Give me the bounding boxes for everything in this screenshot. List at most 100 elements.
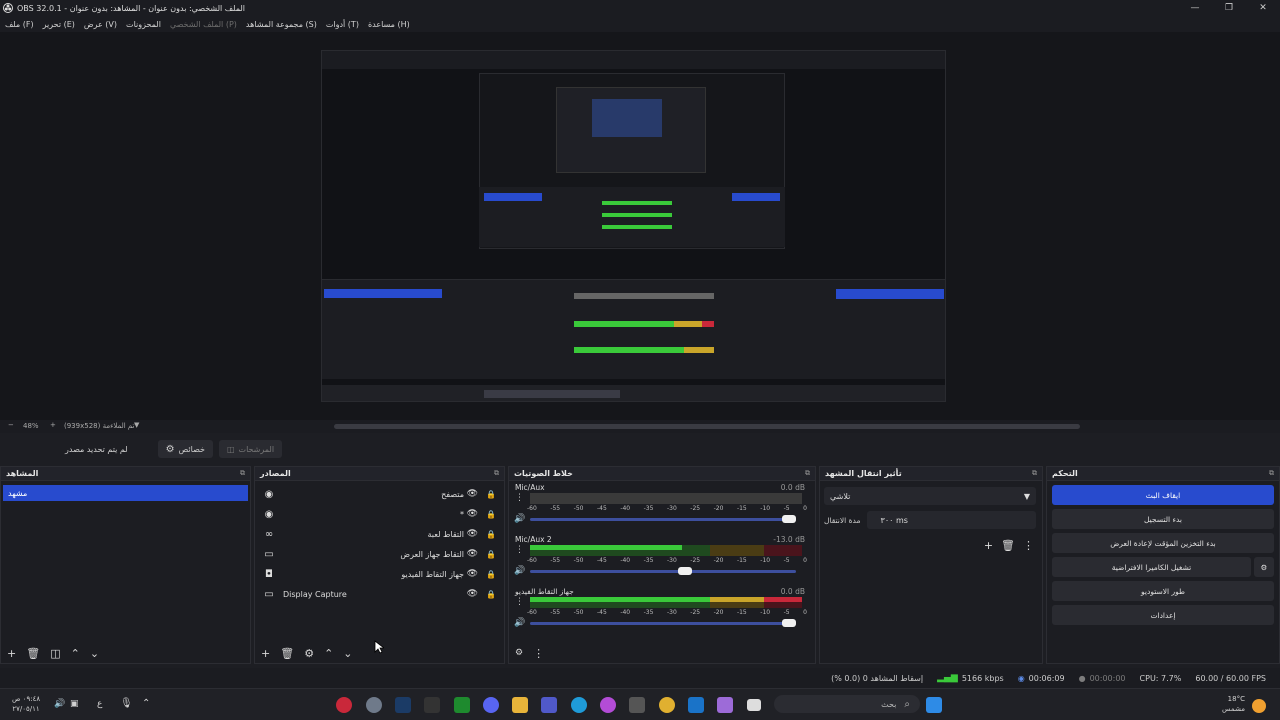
- visibility-icon[interactable]: 👁: [467, 489, 478, 499]
- dock-float-icon[interactable]: ⧉: [805, 469, 810, 478]
- dock-float-icon[interactable]: ⧉: [240, 469, 245, 478]
- xbox-icon[interactable]: [454, 697, 470, 713]
- add-transition-icon[interactable]: +: [984, 539, 993, 552]
- duration-input[interactable]: ٣٠٠ ms: [866, 511, 1036, 529]
- properties-button[interactable]: ⚙ خصائص: [157, 440, 213, 458]
- chrome-icon[interactable]: [659, 697, 675, 713]
- move-up-icon[interactable]: ⌃: [71, 647, 80, 660]
- add-scene-icon[interactable]: +: [7, 647, 16, 660]
- file-explorer-icon[interactable]: [512, 697, 528, 713]
- mixer-menu-icon[interactable]: ⋮: [533, 647, 544, 660]
- visibility-icon[interactable]: 👁: [467, 569, 478, 579]
- copilot-icon[interactable]: [717, 697, 733, 713]
- speaker-icon[interactable]: 🔊: [514, 566, 525, 576]
- scene-item[interactable]: مشهد: [3, 485, 248, 501]
- dock-float-icon[interactable]: ⧉: [494, 469, 499, 478]
- studio-mode-button[interactable]: طور الاستوديو: [1052, 581, 1274, 601]
- volume-slider-handle[interactable]: [678, 567, 692, 575]
- source-item[interactable]: ◉ متصفح 👁 🔒: [255, 484, 504, 504]
- lock-icon[interactable]: 🔒: [486, 490, 496, 499]
- replay-buffer-button[interactable]: بدء التخزين المؤقت لإعادة العرض: [1052, 533, 1274, 553]
- muted-speaker-icon[interactable]: 🔊: [514, 514, 525, 524]
- network-icon[interactable]: ▣: [70, 699, 79, 709]
- zoom-out-button[interactable]: −: [8, 421, 14, 429]
- notepad-icon[interactable]: [747, 699, 761, 711]
- volume-slider[interactable]: [530, 518, 796, 521]
- steam-icon[interactable]: [395, 697, 411, 713]
- channel-menu-icon[interactable]: ⋮: [515, 597, 524, 607]
- menu-view[interactable]: عرض (V): [84, 20, 117, 29]
- settings-taskbar-icon[interactable]: [366, 697, 382, 713]
- remove-scene-icon[interactable]: 🗑: [26, 647, 40, 660]
- lock-icon[interactable]: 🔒: [486, 510, 496, 519]
- store-icon[interactable]: [629, 697, 645, 713]
- mixer-settings-icon[interactable]: ⚙: [515, 648, 523, 658]
- volume-slider[interactable]: [530, 622, 796, 625]
- volume-slider-handle[interactable]: [782, 515, 796, 523]
- menu-docks[interactable]: المحزونات: [126, 20, 161, 29]
- zoom-in-button[interactable]: +: [50, 421, 56, 429]
- lock-icon[interactable]: 🔒: [486, 550, 496, 559]
- teams-icon[interactable]: [541, 697, 557, 713]
- visibility-icon[interactable]: 👁: [467, 529, 478, 539]
- close-button[interactable]: ✕: [1246, 3, 1280, 13]
- source-settings-icon[interactable]: ⚙: [304, 647, 314, 660]
- tray-expand-icon[interactable]: ⌃: [142, 698, 150, 709]
- visibility-icon[interactable]: 👁: [467, 589, 478, 599]
- taskbar-search-input[interactable]: بحث ⌕: [774, 695, 920, 713]
- clock[interactable]: ٠٩:٤٨ ص ٢٧/٠٥/١١: [12, 694, 40, 714]
- source-item[interactable]: ◉ * 👁 🔒: [255, 504, 504, 524]
- menu-scene-collection[interactable]: مجموعة المشاهد (S): [246, 20, 317, 29]
- channel-menu-icon[interactable]: ⋮: [515, 493, 524, 503]
- source-item[interactable]: ∞ التقاط لعبة 👁 🔒: [255, 524, 504, 544]
- epic-games-icon[interactable]: [424, 697, 440, 713]
- volume-slider[interactable]: [530, 570, 796, 573]
- maximize-button[interactable]: ❐: [1212, 3, 1246, 13]
- menu-profile[interactable]: الملف الشخصي (P): [170, 20, 237, 29]
- move-down-icon[interactable]: ⌄: [90, 647, 99, 660]
- lock-icon[interactable]: 🔒: [486, 570, 496, 579]
- dock-float-icon[interactable]: ⧉: [1032, 469, 1037, 478]
- scene-filters-icon[interactable]: ◫: [50, 647, 60, 660]
- dock-float-icon[interactable]: ⧉: [1269, 469, 1274, 478]
- edge-icon[interactable]: [571, 697, 587, 713]
- transition-menu-icon[interactable]: ⋮: [1023, 539, 1034, 552]
- source-item[interactable]: ▭ التقاط جهاز العرض 👁 🔒: [255, 544, 504, 564]
- lock-icon[interactable]: 🔒: [486, 530, 496, 539]
- remove-transition-icon[interactable]: 🗑: [1001, 539, 1015, 552]
- start-recording-button[interactable]: بدء التسجيل: [1052, 509, 1274, 529]
- stop-streaming-button[interactable]: ايقاف البث: [1052, 485, 1274, 505]
- source-item[interactable]: ◘ جهاز التقاط الفيديو 👁 🔒: [255, 564, 504, 584]
- language-indicator[interactable]: ع: [97, 699, 102, 709]
- discord-icon[interactable]: [483, 697, 499, 713]
- itunes-icon[interactable]: [600, 697, 616, 713]
- source-item[interactable]: ▭ Display Capture 👁 🔒: [255, 584, 504, 604]
- lock-icon[interactable]: 🔒: [486, 590, 496, 599]
- menu-help[interactable]: مساعدة (H): [368, 20, 410, 29]
- move-up-icon[interactable]: ⌃: [324, 647, 333, 660]
- menu-tools[interactable]: أدوات (T): [326, 20, 359, 29]
- zoom-dropdown-icon[interactable]: ▼: [134, 421, 139, 429]
- microphone-icon[interactable]: 🎙: [120, 698, 133, 709]
- move-down-icon[interactable]: ⌄: [343, 647, 352, 660]
- virtual-camera-settings-icon[interactable]: ⚙: [1254, 557, 1274, 577]
- weather-widget[interactable]: 18°C مشمس: [1222, 694, 1245, 714]
- virtual-camera-button[interactable]: تشغيل الكاميرا الافتراضية: [1052, 557, 1251, 577]
- add-source-icon[interactable]: +: [261, 647, 270, 660]
- settings-button[interactable]: إعدادات: [1052, 605, 1274, 625]
- minimize-button[interactable]: —: [1178, 3, 1212, 13]
- outlook-icon[interactable]: [688, 697, 704, 713]
- transition-select[interactable]: تلاشي ▼: [824, 487, 1036, 505]
- volume-icon[interactable]: 🔊: [54, 699, 65, 709]
- preview-scrollbar[interactable]: [334, 424, 1080, 429]
- obs-taskbar-icon[interactable]: [336, 697, 352, 713]
- visibility-icon[interactable]: 👁: [467, 509, 478, 519]
- windows-start-icon[interactable]: [926, 697, 942, 713]
- channel-menu-icon[interactable]: ⋮: [515, 545, 524, 555]
- menu-file[interactable]: ملف (F): [5, 20, 34, 29]
- visibility-icon[interactable]: 👁: [467, 549, 478, 559]
- remove-source-icon[interactable]: 🗑: [280, 647, 294, 660]
- menu-edit[interactable]: تحرير (E): [43, 20, 75, 29]
- speaker-icon[interactable]: 🔊: [514, 618, 525, 628]
- filters-button[interactable]: ◫ المرشحات: [218, 440, 283, 458]
